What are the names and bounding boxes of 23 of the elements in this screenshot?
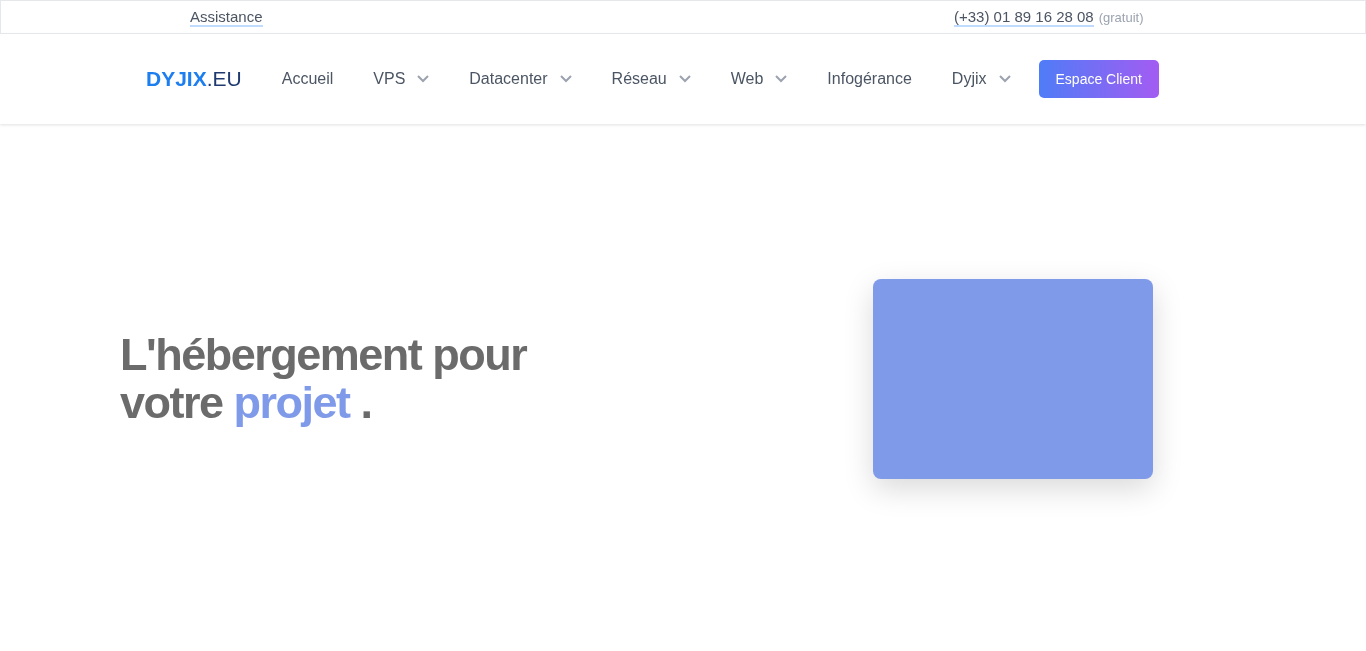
logo[interactable]: DYJIX.EU [146, 67, 242, 91]
nav-menu-item[interactable]: VPS [373, 70, 430, 88]
phone-link[interactable]: (+33) 01 89 16 28 08 [954, 7, 1094, 27]
nav-menu-item[interactable]: Réseau [611, 70, 691, 88]
nav-label: VPS [373, 70, 406, 88]
chevron-down-icon [417, 75, 430, 83]
nav-menu-item[interactable]: Datacenter [469, 70, 572, 88]
chevron-down-icon [775, 75, 788, 83]
nav-link[interactable]: Accueil [281, 70, 334, 88]
chevron-down-icon [998, 75, 1011, 83]
nav-link[interactable]: Infogérance [827, 70, 912, 88]
nav-menu-item[interactable]: Dyjix [951, 70, 1011, 88]
nav-menu-item[interactable]: Web [730, 70, 788, 88]
nav-label: Réseau [611, 70, 667, 88]
nav-label: Dyjix [951, 70, 987, 88]
hero-heading: L'hébergement pour votre projet . [120, 331, 527, 427]
nav-label: Datacenter [469, 70, 548, 88]
phone-note: (gratuit) [1098, 9, 1144, 25]
nav-label: Web [730, 70, 764, 88]
chevron-down-icon [559, 75, 572, 83]
client-area-button[interactable]: Espace Client [1038, 60, 1159, 98]
chevron-down-icon [678, 75, 691, 83]
assistance-link[interactable]: Assistance [190, 7, 263, 27]
